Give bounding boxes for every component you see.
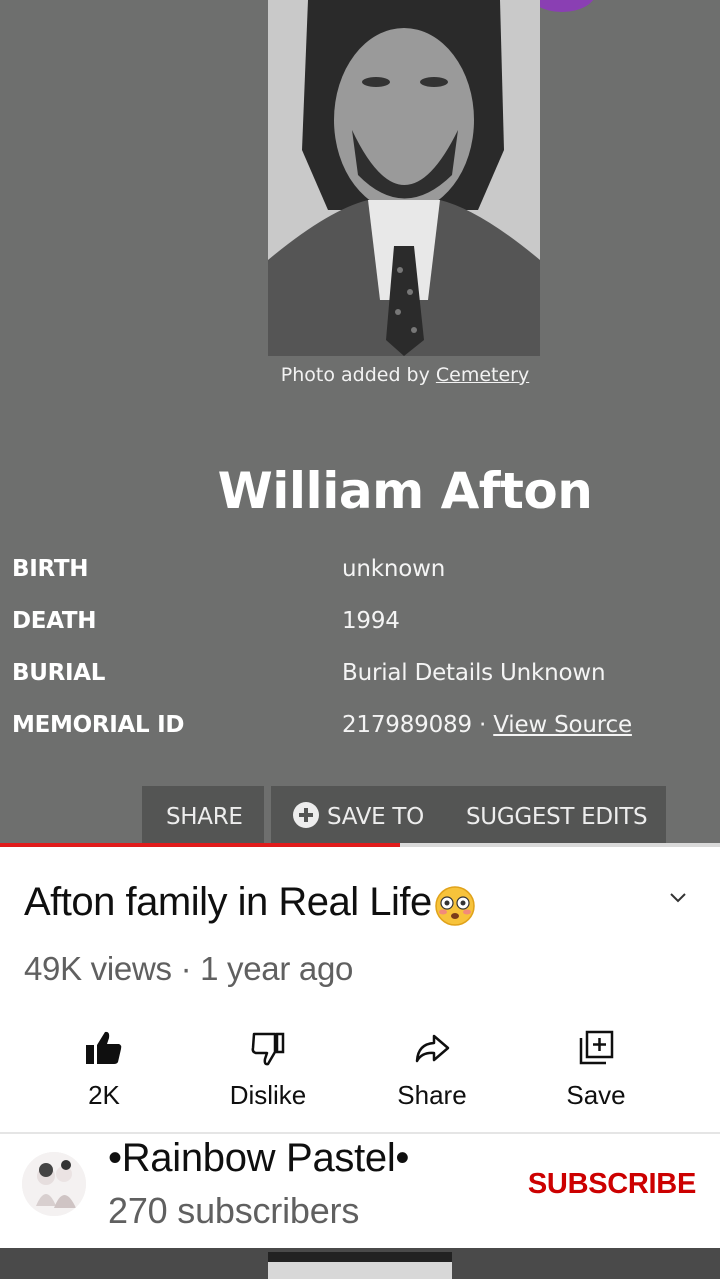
progress-fill — [0, 843, 400, 847]
video-actions: 2K Dislike Share Save — [0, 1020, 720, 1120]
save-to-button[interactable]: SAVE TO — [327, 804, 424, 830]
fact-label: MEMORIAL ID — [12, 712, 185, 738]
thumbs-down-icon — [251, 1032, 285, 1066]
fact-burial: BURIAL Burial Details Unknown — [12, 656, 712, 708]
dislike-label: Dislike — [229, 1080, 307, 1110]
share-label: Share — [397, 1080, 467, 1110]
memorial-facts: BIRTH unknown DEATH 1994 BURIAL Burial D… — [12, 552, 712, 760]
fact-birth: BIRTH unknown — [12, 552, 712, 604]
fact-value: 1994 — [342, 608, 400, 634]
like-button[interactable]: 2K — [34, 1020, 174, 1111]
portrait-photo — [268, 0, 540, 356]
memorial-actions-group: SAVE TO SUGGEST EDITS — [271, 786, 666, 846]
add-to-playlist-icon — [579, 1030, 614, 1065]
photo-credit-link[interactable]: Cemetery — [436, 364, 529, 386]
channel-name[interactable]: •Rainbow Pastel• — [108, 1136, 409, 1181]
fact-label: BIRTH — [12, 556, 89, 582]
fact-label: DEATH — [12, 608, 97, 634]
memorial-id-value: 217989089 · — [342, 712, 494, 738]
like-count: 2K — [88, 1080, 120, 1110]
subscribe-button[interactable]: SUBSCRIBE — [528, 1168, 696, 1201]
share-arrow-icon — [415, 1034, 450, 1063]
channel-row[interactable]: •Rainbow Pastel• 270 subscribers SUBSCRI… — [0, 1134, 720, 1246]
video-meta: 49K views · 1 year ago — [24, 950, 354, 987]
video-progress-bar[interactable] — [0, 843, 720, 847]
photo-credit: Photo added by Cemetery — [0, 364, 720, 386]
video-title: Afton family in Real Life — [24, 880, 432, 924]
suggest-edits-button[interactable]: SUGGEST EDITS — [466, 804, 648, 830]
memorial-share-button[interactable]: SHARE — [142, 786, 264, 846]
dislike-button[interactable]: Dislike — [198, 1020, 338, 1111]
fact-memorial-id: MEMORIAL ID 217989089 · View Source — [12, 708, 712, 760]
thumbs-up-icon — [86, 1031, 122, 1064]
fact-label: BURIAL — [12, 660, 106, 686]
save-label: Save — [566, 1080, 626, 1110]
save-button[interactable]: Save — [526, 1020, 666, 1111]
fact-value: 217989089 · View Source — [342, 712, 632, 738]
flushed-face-icon — [434, 886, 475, 926]
video-title-row[interactable]: Afton family in Real Life — [24, 880, 664, 927]
channel-avatar[interactable] — [22, 1152, 86, 1216]
memorial-share-label: SHARE — [166, 804, 243, 830]
share-button[interactable]: Share — [362, 1020, 502, 1111]
fact-value: unknown — [342, 556, 446, 582]
view-source-link[interactable]: View Source — [493, 712, 632, 738]
photo-credit-prefix: Photo added by — [280, 364, 436, 386]
subscriber-count: 270 subscribers — [108, 1190, 360, 1231]
fact-death: DEATH 1994 — [12, 604, 712, 656]
video-player[interactable]: Photo added by Cemetery William Afton BI… — [0, 0, 720, 846]
next-content-preview — [0, 1248, 720, 1279]
preview-thumbnail — [268, 1252, 452, 1279]
fact-value: Burial Details Unknown — [342, 660, 606, 686]
memorial-name: William Afton — [217, 462, 593, 520]
plus-circle-icon — [293, 802, 319, 828]
chevron-down-icon[interactable] — [666, 886, 690, 910]
